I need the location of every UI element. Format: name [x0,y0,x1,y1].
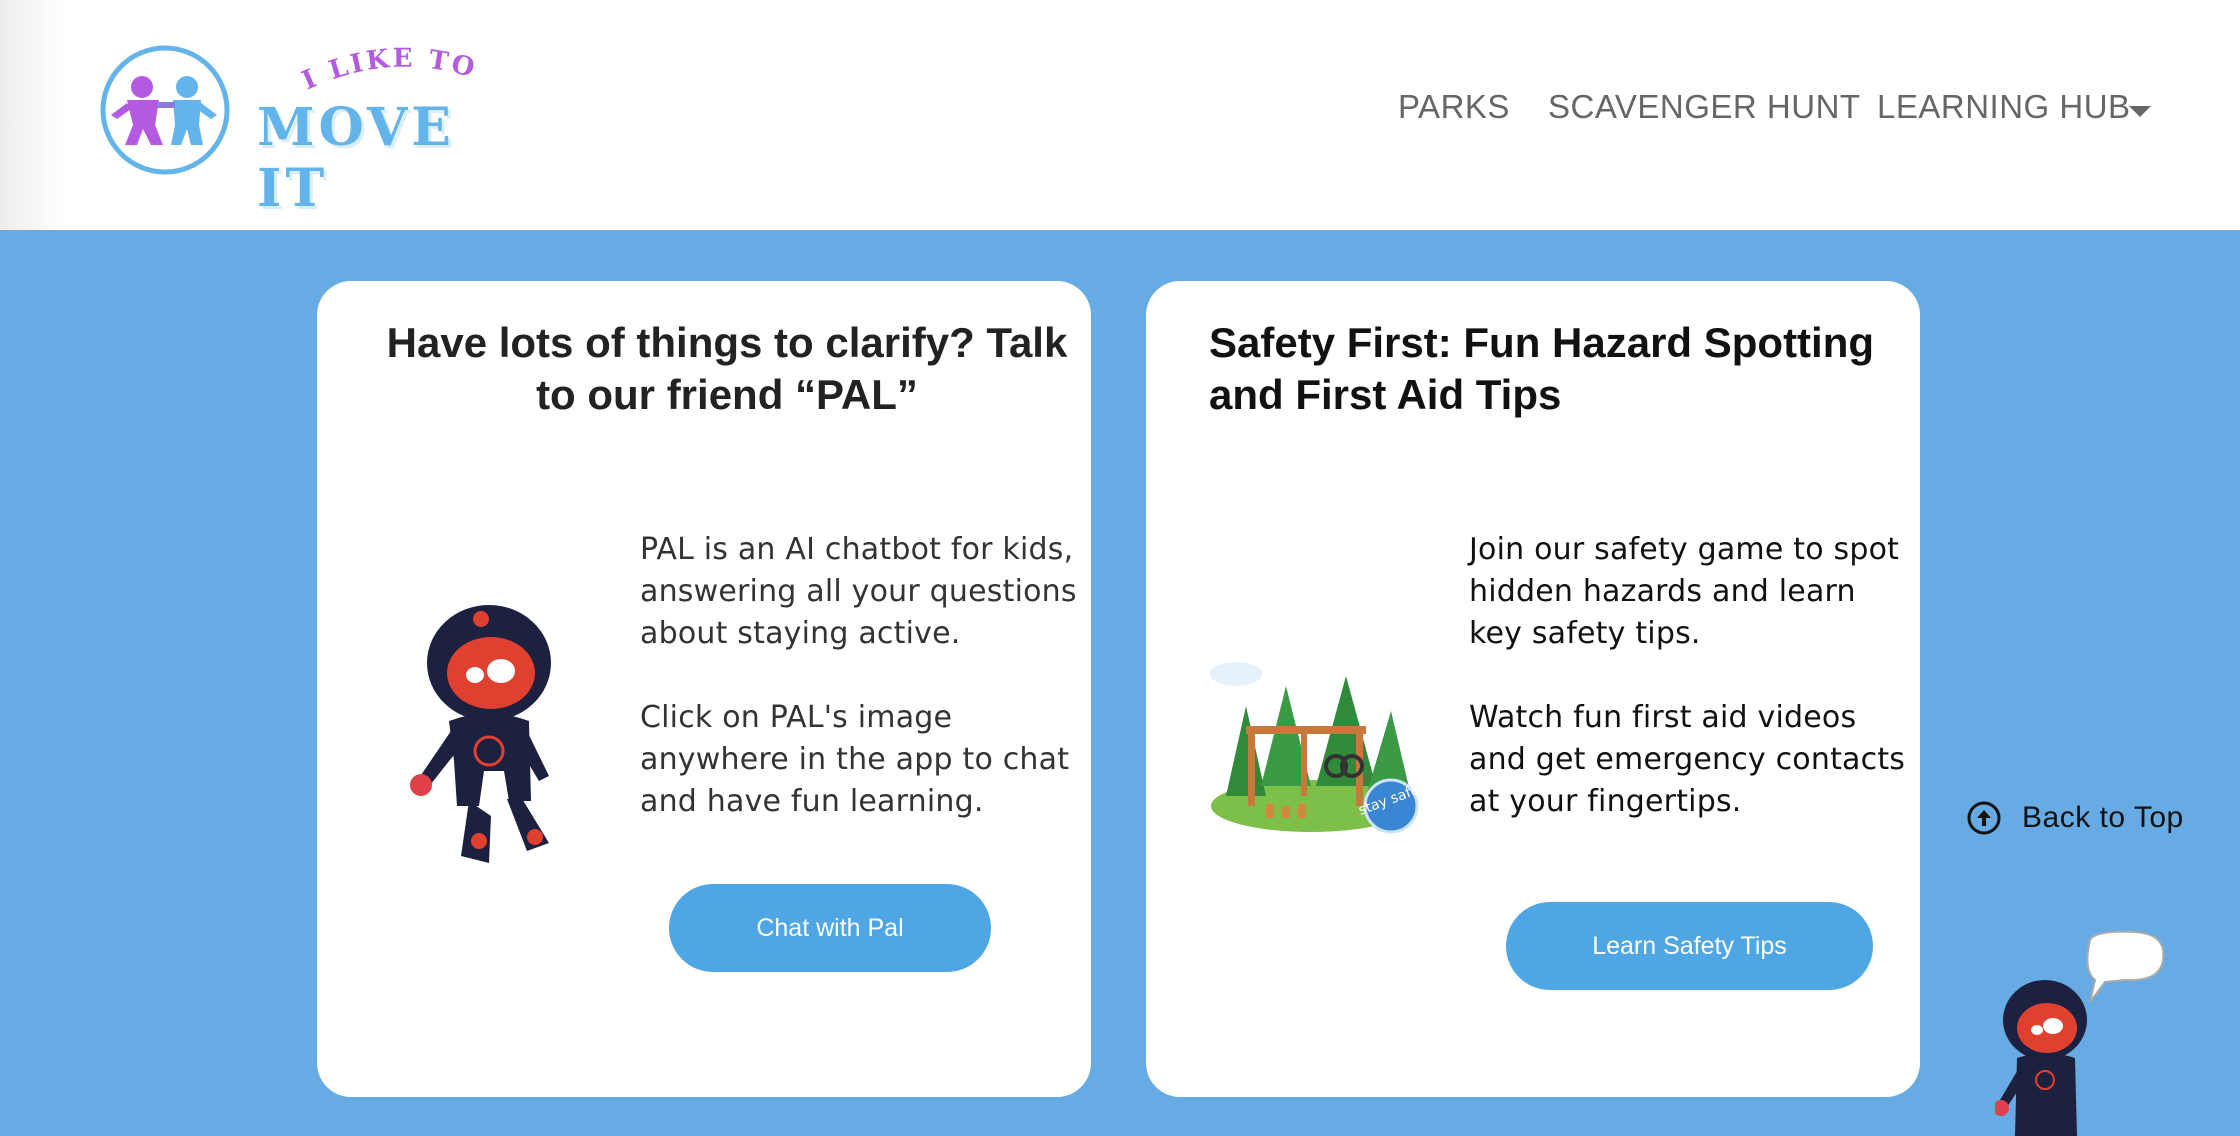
site-header: I LIKE TO MOVE IT PARKS SCAVENGER HUNT L… [0,0,2240,230]
logo-tagline: I LIKE TO [298,45,478,95]
pal-chat-widget-icon[interactable] [1995,930,2175,1136]
nav-scavenger-hunt[interactable]: SCAVENGER HUNT [1548,88,1861,126]
learn-safety-tips-button[interactable]: Learn Safety Tips [1506,902,1873,990]
safety-card: Safety First: Fun Hazard Spotting and Fi… [1146,281,1920,1097]
pal-card-title: Have lots of things to clarify? Talk to … [386,319,1068,418]
chat-with-pal-button[interactable]: Chat with Pal [669,884,991,972]
pal-card: Have lots of things to clarify? Talk to … [317,281,1091,1097]
back-to-top-link[interactable]: Back to Top [1966,800,2184,836]
svg-text:I LIKE TO: I LIKE TO [298,45,481,95]
logo-title: MOVE IT [257,97,455,219]
chevron-down-icon[interactable] [2129,106,2151,117]
pal-robot-icon[interactable] [409,601,569,871]
playground-illustration-icon: stay safe [1210,662,1421,834]
logo-tagline-arc: I LIKE TO [298,45,481,95]
pal-instructions: Click on PAL's image anywhere in the app… [640,700,1070,819]
back-to-top-label: Back to Top [2022,801,2184,834]
site-logo[interactable]: I LIKE TO MOVE IT [97,45,507,219]
first-aid-description: Watch fun first aid videos and get emerg… [1469,700,1906,819]
header-edge-shadow [0,0,64,230]
pal-description: PAL is an AI chatbot for kids, answering… [640,532,1077,651]
nav-learning-hub[interactable]: LEARNING HUB [1877,88,2131,126]
safety-card-title: Safety First: Fun Hazard Spotting and Fi… [1209,319,1875,418]
kids-logo-icon [100,45,230,175]
nav-parks[interactable]: PARKS [1398,88,1510,126]
arrow-up-circle-icon [1967,801,2001,835]
safety-description: Join our safety game to spot hidden haza… [1469,532,1900,651]
